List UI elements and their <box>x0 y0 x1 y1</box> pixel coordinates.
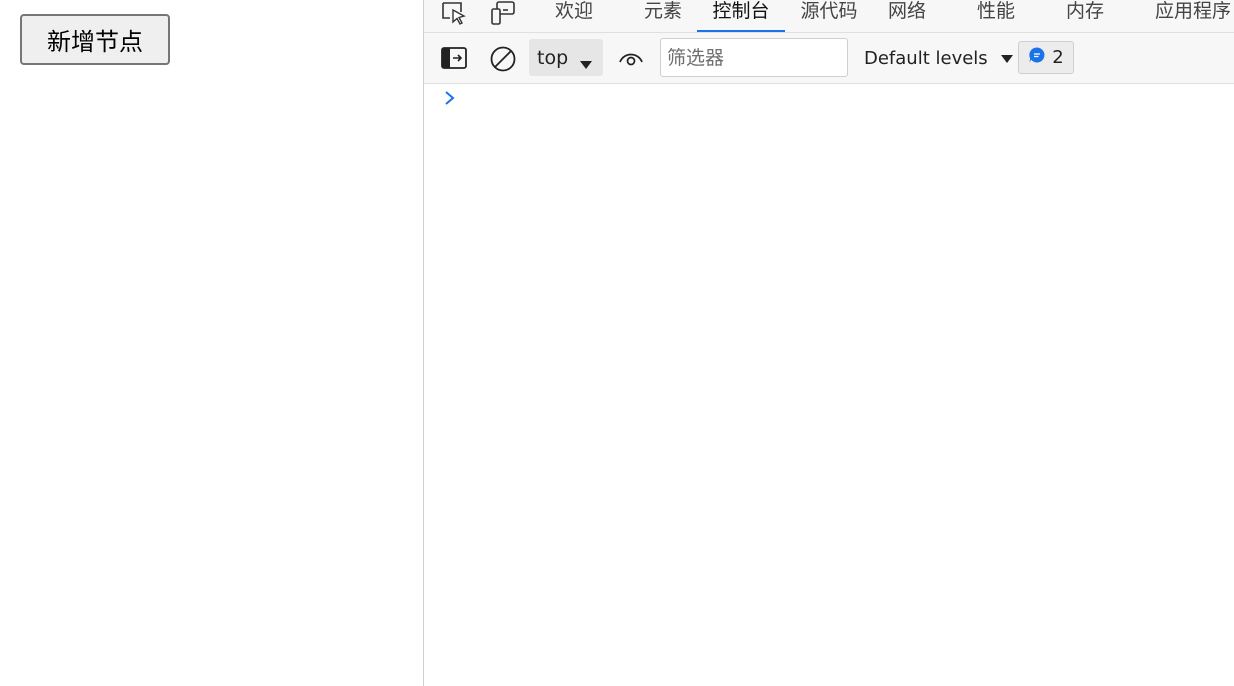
console-toolbar: top Default levels <box>424 33 1234 84</box>
devtools-panel: 欢迎 元素 控制台 源代码 网络 性能 内存 应用程序 top 筛选器 Defa… <box>423 0 1234 686</box>
clear-console-icon[interactable] <box>489 45 517 73</box>
tab-elements[interactable]: 元素 <box>643 0 683 32</box>
console-output[interactable] <box>424 84 1234 686</box>
tab-welcome[interactable]: 欢迎 <box>554 0 594 32</box>
log-levels-label: Default levels <box>864 47 988 69</box>
tab-memory[interactable]: 内存 <box>1065 0 1105 32</box>
tab-performance[interactable]: 性能 <box>976 0 1016 32</box>
add-node-button[interactable]: 新增节点 <box>20 14 170 65</box>
tab-application[interactable]: 应用程序 <box>1154 0 1232 32</box>
message-icon <box>1028 46 1046 69</box>
tab-network[interactable]: 网络 <box>887 0 927 32</box>
tab-sources[interactable]: 源代码 <box>800 0 858 32</box>
prompt-chevron-icon <box>443 90 457 110</box>
caret-down-icon <box>1000 48 1014 69</box>
log-levels-dropdown[interactable]: Default levels <box>864 41 1014 75</box>
page-viewport: 新增节点 <box>0 0 423 686</box>
issues-counter-button[interactable]: 2 <box>1018 41 1074 74</box>
page: 新增节点 欢迎 元素 控制台 源代码 网络 性能 内存 应用程序 top 筛选器… <box>0 0 1234 686</box>
sidebar-toggle-icon[interactable] <box>440 45 468 71</box>
context-label: top <box>537 46 569 69</box>
device-toggle-icon[interactable] <box>488 0 518 26</box>
devtools-tabbar: 欢迎 元素 控制台 源代码 网络 性能 内存 应用程序 <box>424 0 1234 33</box>
tab-console[interactable]: 控制台 <box>697 0 785 32</box>
inspect-icon[interactable] <box>439 0 469 26</box>
eye-icon[interactable] <box>617 46 645 70</box>
console-filter-input[interactable] <box>660 38 848 77</box>
context-selector[interactable]: top <box>529 39 603 76</box>
issues-count: 2 <box>1052 47 1064 68</box>
caret-down-icon <box>579 53 593 75</box>
